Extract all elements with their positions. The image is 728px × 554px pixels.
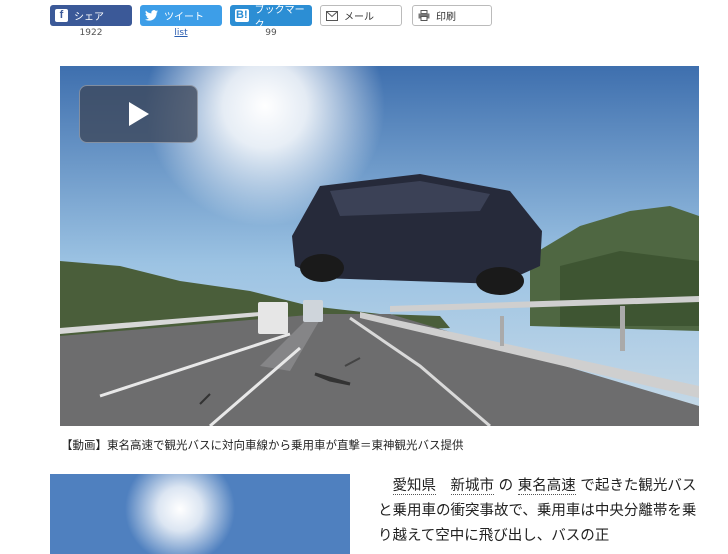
tweet-list-link[interactable]: list [174, 28, 187, 38]
facebook-share-count: 1922 [79, 28, 103, 38]
video-player[interactable] [60, 66, 699, 426]
mail-button[interactable]: メール [320, 5, 402, 26]
play-icon [128, 102, 149, 126]
keyword-link-tomei[interactable]: 東名高速 [517, 478, 576, 495]
article-paragraph: 愛知県 新城市 の 東名高速 で起きた観光バスと乗用車の衝突事故で、乗用車は中央… [378, 474, 708, 549]
related-image-thumbnail[interactable] [50, 474, 350, 554]
mail-icon [326, 10, 338, 21]
printer-icon [418, 10, 430, 21]
tweet-label: ツイート [164, 12, 204, 23]
hatena-bookmark-icon: B! [235, 9, 249, 22]
facebook-share-button[interactable]: f シェア [50, 5, 132, 26]
twitter-bird-icon [145, 10, 158, 21]
mail-label: メール [344, 12, 374, 23]
tweet-count: list [140, 28, 222, 38]
tweet-button[interactable]: ツイート [140, 5, 222, 26]
article-text-particle: の [498, 478, 514, 494]
facebook-share-label: シェア [74, 12, 104, 23]
keyword-link-aichi[interactable]: 愛知県 [392, 478, 436, 495]
video-caption: 【動画】東名高速で観光バスに対向車線から乗用車が直撃＝東神観光バス提供 [61, 438, 464, 452]
article-body: 愛知県 新城市 の 東名高速 で起きた観光バスと乗用車の衝突事故で、乗用車は中央… [378, 474, 708, 549]
print-button[interactable]: 印刷 [412, 5, 492, 26]
keyword-link-shinshiro[interactable]: 新城市 [450, 478, 494, 495]
hatena-bookmark-count: 99 [265, 28, 277, 38]
share-bar: f シェア 1922 ツイート list B! ブックマーク 99 メール 印刷 [50, 5, 510, 45]
facebook-icon: f [55, 9, 68, 22]
hatena-bookmark-label: ブックマーク [254, 4, 305, 31]
thumbnail-image [50, 474, 350, 554]
video-play-button[interactable] [79, 85, 198, 143]
hatena-bookmark-button[interactable]: B! ブックマーク [230, 5, 312, 31]
print-label: 印刷 [436, 12, 456, 23]
